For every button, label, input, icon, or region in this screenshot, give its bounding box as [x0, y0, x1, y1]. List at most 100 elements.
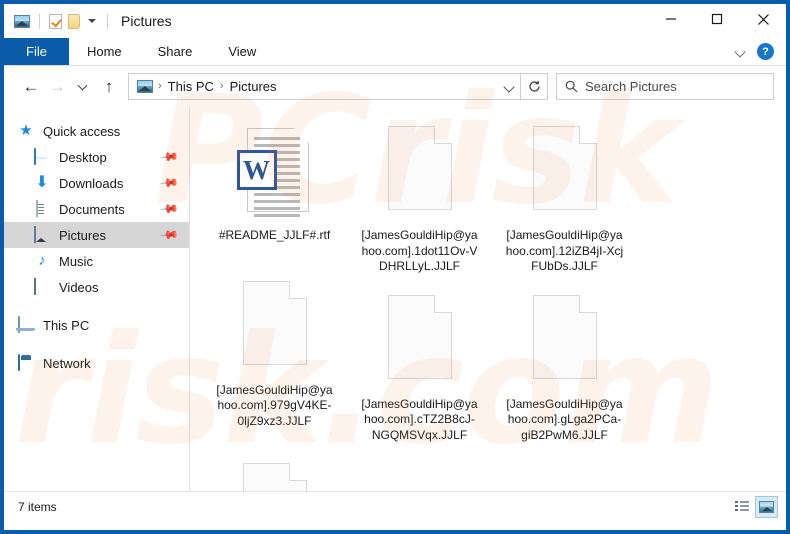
this-pc-icon	[18, 316, 34, 333]
tab-share[interactable]: Share	[140, 38, 211, 65]
forward-arrow-icon: →	[48, 76, 66, 96]
blank-file-icon	[527, 294, 603, 391]
search-input[interactable]: Search Pictures	[556, 72, 774, 100]
chevron-down-icon	[79, 82, 88, 91]
file-list-pane[interactable]: W #README_JJLF#.rtf [JamesGouldiHip@yaho…	[190, 106, 786, 491]
forward-button[interactable]: →	[44, 73, 70, 99]
breadcrumb-pictures[interactable]: Pictures	[227, 79, 280, 94]
blank-file-icon	[237, 280, 313, 377]
back-arrow-icon: ←	[22, 76, 40, 96]
file-name: [JamesGouldiHip@yahoo.com].gLga2PCa-giB2…	[506, 396, 623, 442]
sidebar-label-this-pc: This PC	[43, 317, 90, 333]
minimize-button[interactable]	[648, 4, 694, 34]
file-item[interactable]: [JamesGouldiHip@yahoo.com].cTZ2B8cJ-NGQM…	[347, 289, 492, 444]
file-item[interactable]: [JamesGouldiHip@yahoo.com].12iZB4jI-XcjF…	[492, 120, 637, 275]
large-icons-view-button[interactable]	[755, 495, 778, 518]
recent-locations-button[interactable]	[70, 73, 96, 99]
status-bar: 7 items	[4, 491, 786, 521]
sidebar-label-desktop: Desktop	[59, 149, 107, 165]
sidebar-label-downloads: Downloads	[59, 175, 124, 191]
tab-file[interactable]: File	[4, 38, 69, 65]
file-name: [JamesGouldiHip@yahoo.com].979gV4KE-0ljZ…	[216, 382, 333, 428]
ribbon-right-controls: ?	[736, 38, 786, 65]
sidebar-item-desktop[interactable]: Desktop 📌	[4, 144, 189, 170]
maximize-button[interactable]	[694, 4, 740, 34]
sidebar-item-quick-access[interactable]: ★ Quick access	[4, 118, 189, 144]
address-bar: ← → ↑ › This PC › Pictures Search Pictur…	[4, 66, 786, 106]
window-title: Pictures	[121, 13, 172, 29]
downloads-icon: ⬇	[35, 174, 49, 191]
new-folder-icon[interactable]	[68, 13, 80, 29]
details-view-icon	[734, 500, 749, 513]
file-item[interactable]: [JamesGouldiHip@yahoo.com].979gV4KE-0ljZ…	[202, 275, 347, 444]
breadcrumb-this-pc[interactable]: This PC	[165, 79, 217, 94]
title-bar: Pictures	[4, 4, 786, 38]
sidebar-label-network: Network	[43, 355, 91, 371]
sidebar-label-documents: Documents	[59, 201, 125, 217]
documents-icon	[34, 200, 50, 217]
file-item[interactable]: [JamesGouldiHip@yahoo.com].1dot11Ov-VDHR…	[347, 120, 492, 275]
sidebar-item-network[interactable]: Network	[4, 350, 189, 376]
ribbon-tab-bar: File Home Share View ?	[4, 38, 786, 66]
file-explorer-window: Pictures File Home Share View ? ← → ↑ › …	[0, 0, 790, 534]
navigation-pane: ★ Quick access Desktop 📌 ⬇ Downloads 📌 D…	[4, 106, 190, 491]
details-view-button[interactable]	[730, 496, 753, 518]
sidebar-label-pictures: Pictures	[59, 227, 106, 243]
refresh-button[interactable]	[521, 72, 548, 100]
desktop-icon	[34, 148, 50, 165]
expand-ribbon-icon[interactable]	[736, 48, 747, 55]
sidebar-item-this-pc[interactable]: This PC	[4, 312, 189, 338]
pictures-icon	[34, 226, 50, 243]
toolbar-divider-2	[107, 13, 108, 29]
picture-icon[interactable]	[14, 14, 30, 28]
view-toggle-group	[730, 495, 778, 518]
address-input[interactable]: › This PC › Pictures	[128, 72, 521, 100]
pin-icon-desktop[interactable]: 📌	[159, 147, 179, 167]
tab-home[interactable]: Home	[69, 38, 140, 65]
up-button[interactable]: ↑	[96, 73, 122, 99]
pin-icon-documents[interactable]: 📌	[159, 199, 179, 219]
back-button[interactable]: ←	[18, 73, 44, 99]
file-grid: W #README_JJLF#.rtf [JamesGouldiHip@yaho…	[202, 120, 776, 491]
music-icon: ♪	[38, 252, 46, 269]
file-name: #README_JJLF#.rtf	[218, 228, 331, 242]
customize-caret-icon[interactable]	[88, 19, 96, 23]
file-name: [JamesGouldiHip@yahoo.com].1dot11Ov-VDHR…	[361, 228, 478, 273]
file-item[interactable]: [JamesGouldiHip@yahoo.com].K5UYNolj-DGKG…	[202, 457, 347, 491]
sidebar-item-music[interactable]: ♪ Music	[4, 248, 189, 274]
sidebar-item-pictures[interactable]: Pictures 📌	[4, 222, 189, 248]
file-name: [JamesGouldiHip@yahoo.com].12iZB4jI-XcjF…	[505, 228, 624, 273]
sidebar-item-downloads[interactable]: ⬇ Downloads 📌	[4, 170, 189, 196]
toolbar-divider	[39, 13, 40, 29]
close-button[interactable]	[740, 4, 786, 34]
quick-access-toolbar	[14, 13, 111, 29]
tab-view[interactable]: View	[210, 38, 274, 65]
blank-file-icon	[527, 126, 603, 222]
videos-icon	[34, 278, 50, 295]
window-controls	[648, 4, 786, 34]
blank-file-icon	[237, 463, 313, 491]
file-item[interactable]: W #README_JJLF#.rtf	[202, 120, 347, 275]
network-icon	[18, 354, 34, 371]
large-icons-view-icon	[759, 500, 774, 513]
address-pictures-icon	[137, 79, 153, 93]
sidebar-label-music: Music	[59, 253, 93, 269]
pin-icon-downloads[interactable]: 📌	[159, 173, 179, 193]
properties-icon[interactable]	[49, 13, 62, 29]
file-item[interactable]: [JamesGouldiHip@yahoo.com].gLga2PCa-giB2…	[492, 289, 637, 444]
word-rtf-document-icon: W	[236, 126, 313, 222]
help-icon[interactable]: ?	[757, 43, 774, 60]
sidebar-item-videos[interactable]: Videos	[4, 274, 189, 300]
breadcrumb-separator-2: ›	[219, 80, 224, 92]
item-count-label: 7 items	[18, 499, 57, 514]
blank-file-icon	[382, 294, 458, 391]
star-icon: ★	[19, 122, 33, 139]
search-placeholder: Search Pictures	[585, 78, 677, 94]
word-badge-icon: W	[236, 150, 277, 190]
pin-icon-pictures[interactable]: 📌	[159, 225, 179, 245]
address-dropdown-icon[interactable]	[505, 83, 516, 90]
sidebar-item-documents[interactable]: Documents 📌	[4, 196, 189, 222]
sidebar-label-quick-access: Quick access	[43, 123, 121, 139]
search-icon	[565, 80, 578, 92]
blank-file-icon	[382, 126, 458, 222]
